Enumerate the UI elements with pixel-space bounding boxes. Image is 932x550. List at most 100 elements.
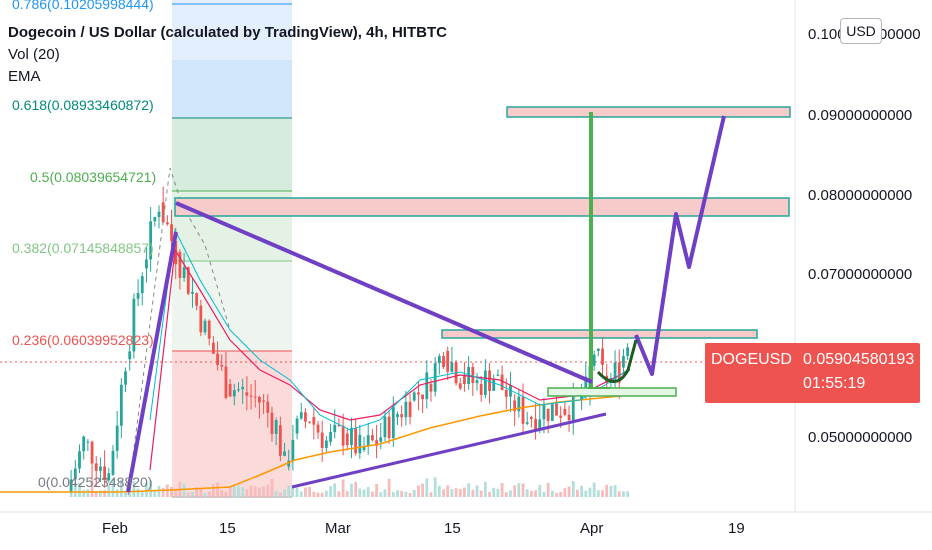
candle-body [354, 427, 358, 454]
candle-body [417, 392, 420, 395]
volume-bar [567, 486, 571, 497]
volume-bar [283, 489, 286, 497]
volume-bar [437, 485, 441, 497]
volume-bar [400, 491, 404, 497]
candle-body [266, 401, 270, 413]
candle-body [542, 404, 546, 420]
chart-stage: { "header": { "title": "Dogecoin / US Do… [0, 0, 932, 550]
volume-bar [295, 487, 299, 497]
volume-bar [446, 485, 450, 497]
candle-body [471, 366, 475, 384]
candle-body [245, 392, 249, 396]
volume-bar [207, 491, 211, 497]
volume-bar [86, 489, 90, 497]
candle-body [387, 416, 391, 439]
candle-body [220, 364, 224, 367]
volume-bar [262, 486, 266, 497]
volume-bar [546, 482, 550, 497]
volume-bar [140, 491, 144, 497]
candle-body [458, 383, 462, 389]
candle-body [496, 374, 500, 376]
volume-bar [609, 485, 613, 497]
candle-body [408, 401, 412, 418]
candle-body [157, 211, 161, 218]
candle-body [622, 356, 625, 368]
candle-body [128, 351, 132, 360]
candle-body [446, 350, 450, 372]
candle-body [350, 427, 353, 446]
ema-indicator-label[interactable]: EMA [8, 66, 447, 88]
candle-body [312, 417, 316, 425]
candle-body [341, 425, 345, 446]
candle-body [228, 384, 232, 397]
candle-body [182, 267, 186, 278]
candle-body [191, 291, 194, 294]
fib-label-0.786: 0.786(0.10205998444) [12, 0, 154, 12]
volume-bar [584, 490, 588, 497]
candle-body [115, 425, 119, 451]
volume-bar [362, 489, 366, 497]
volume-bar [329, 486, 332, 497]
candle-body [207, 320, 211, 339]
candle-body [316, 424, 320, 433]
volume-bar [333, 483, 337, 497]
candle-body [258, 396, 261, 403]
volume-bar [375, 484, 378, 497]
volume-bar [626, 491, 630, 497]
volume-bar [245, 489, 249, 497]
volume-bar [571, 481, 575, 497]
candle-body [78, 451, 81, 469]
candle-body [492, 379, 496, 391]
volume-bar [258, 487, 261, 497]
volume-bar [471, 489, 475, 497]
volume-bar [525, 489, 529, 497]
fib-label-0.382: 0.382(0.07145848857) [12, 240, 154, 256]
volume-bar [475, 485, 479, 497]
candle-body [253, 396, 257, 398]
candle-body [437, 356, 441, 364]
volume-bar [454, 488, 458, 497]
volume-bar [224, 491, 228, 497]
y-tick-label: 0.09000000000 [808, 107, 912, 124]
candle-body [400, 414, 404, 418]
candle-body [299, 412, 303, 419]
volume-bar [429, 492, 433, 497]
candle-body [463, 375, 466, 385]
candle-body [450, 362, 454, 372]
candle-body [170, 224, 173, 241]
candle-body [329, 432, 332, 442]
candle-body [199, 305, 203, 333]
zone-0089[interactable] [506, 106, 791, 118]
candle-body [429, 384, 433, 392]
volume-bar [483, 481, 487, 497]
volume-indicator-label[interactable]: Vol (20) [8, 44, 447, 66]
candle-body [320, 432, 324, 448]
volume-bar [324, 490, 328, 497]
candle-body [366, 435, 370, 447]
fib-label-0.5: 0.5(0.08039654721) [30, 169, 156, 185]
volume-bar [191, 491, 194, 497]
fib-label-0.236: 0.236(0.06039952823) [12, 332, 154, 348]
volume-bar [617, 491, 621, 497]
volume-bar [337, 491, 341, 497]
volume-bars [69, 477, 630, 497]
candle-body [596, 348, 600, 351]
volume-bar [500, 483, 504, 497]
candle-body [333, 424, 337, 433]
currency-button[interactable]: USD [840, 18, 882, 44]
volume-bar [358, 488, 362, 497]
zone-0057[interactable] [547, 387, 677, 397]
candle-body [90, 441, 94, 464]
candle-body [237, 389, 240, 391]
candle-body [442, 356, 445, 368]
chart-title: Dogecoin / US Dollar (calculated by Trad… [8, 24, 447, 41]
volume-bar [513, 485, 517, 497]
volume-bar [291, 487, 295, 497]
zone-0078[interactable] [174, 197, 790, 217]
candle-body [140, 276, 144, 294]
volume-bar [115, 489, 119, 497]
candle-body [195, 293, 199, 306]
volume-bar [538, 485, 542, 497]
volume-bar [521, 483, 525, 497]
volume-bar [379, 492, 383, 497]
